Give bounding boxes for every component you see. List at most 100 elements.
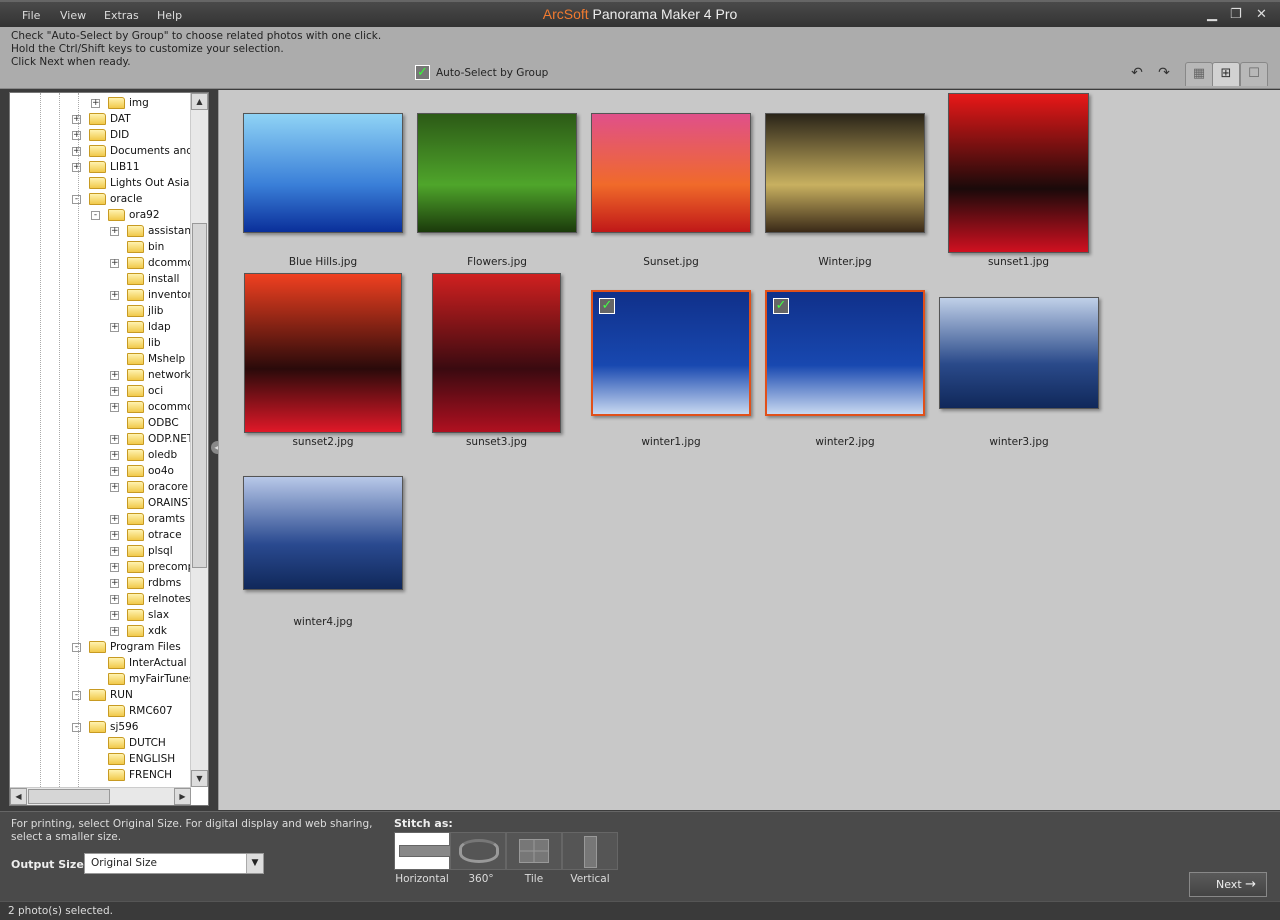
tree-node[interactable]: oci: [127, 383, 163, 399]
expand-icon[interactable]: +: [110, 563, 119, 572]
tree-node[interactable]: jlib: [127, 303, 163, 319]
photo-thumbnail[interactable]: [765, 113, 925, 233]
expand-icon[interactable]: +: [110, 531, 119, 540]
collapse-icon[interactable]: -: [91, 211, 100, 220]
output-size-select[interactable]: Original Size ▼: [84, 853, 264, 874]
tree-node[interactable]: oracore: [127, 479, 188, 495]
photo-thumbnail[interactable]: [948, 93, 1089, 253]
expand-icon[interactable]: +: [110, 579, 119, 588]
folder-tree[interactable]: img + DAT + DID + Documents and Setti + LIB11 + Li…: [9, 92, 209, 806]
tree-node[interactable]: InterActual: [108, 655, 187, 671]
close-icon[interactable]: ✕: [1256, 7, 1267, 22]
restore-icon[interactable]: ❐: [1230, 7, 1242, 22]
tree-node[interactable]: xdk: [127, 623, 167, 639]
expand-icon[interactable]: +: [110, 259, 119, 268]
tree-node[interactable]: ora92: [108, 207, 160, 223]
tree-node[interactable]: Program Files: [89, 639, 181, 655]
tree-node[interactable]: RUN: [89, 687, 133, 703]
expand-icon[interactable]: +: [110, 435, 119, 444]
tree-node[interactable]: install: [127, 271, 179, 287]
stitch-horizontal-button[interactable]: [394, 832, 451, 870]
rotate-right-icon[interactable]: ↷: [1153, 65, 1175, 83]
tree-node[interactable]: oo4o: [127, 463, 174, 479]
tree-node[interactable]: precomp: [127, 559, 191, 575]
tree-vertical-scrollbar[interactable]: ▲ ▼: [190, 93, 208, 787]
expand-icon[interactable]: +: [110, 515, 119, 524]
expand-icon[interactable]: +: [91, 99, 100, 108]
tree-node[interactable]: FRENCH: [108, 767, 172, 783]
expand-icon[interactable]: +: [110, 547, 119, 556]
expand-icon[interactable]: +: [72, 163, 81, 172]
expand-icon[interactable]: +: [110, 595, 119, 604]
expand-icon[interactable]: +: [110, 627, 119, 636]
tree-node[interactable]: oledb: [127, 447, 177, 463]
expand-icon[interactable]: +: [110, 403, 119, 412]
small-thumbnails-view-icon[interactable]: ▦: [1185, 62, 1213, 86]
tree-horizontal-scrollbar[interactable]: ◀ ▶: [10, 787, 191, 805]
tree-node[interactable]: DAT: [89, 111, 131, 127]
tree-node[interactable]: inventory: [127, 287, 191, 303]
stitch-tile-button[interactable]: [506, 832, 562, 870]
tree-node[interactable]: ocommon: [127, 399, 191, 415]
stitch-360-button[interactable]: [450, 832, 506, 870]
expand-icon[interactable]: +: [110, 371, 119, 380]
expand-icon[interactable]: +: [110, 467, 119, 476]
tree-node[interactable]: DID: [89, 127, 129, 143]
minimize-icon[interactable]: ▁: [1207, 7, 1217, 22]
tree-node[interactable]: otrace: [127, 527, 182, 543]
tree-node[interactable]: ODBC: [127, 415, 179, 431]
medium-thumbnails-view-icon[interactable]: ⊞: [1212, 62, 1240, 86]
photo-thumbnail[interactable]: [591, 113, 751, 233]
tree-node[interactable]: RMC607: [108, 703, 173, 719]
expand-icon[interactable]: +: [110, 483, 119, 492]
tree-node[interactable]: myFairTunes: [108, 671, 191, 687]
tree-node[interactable]: plsql: [127, 543, 173, 559]
tree-node[interactable]: ldap: [127, 319, 171, 335]
tree-node[interactable]: assistants: [127, 223, 191, 239]
scroll-up-icon[interactable]: ▲: [191, 93, 208, 110]
tree-node[interactable]: DUTCH: [108, 735, 166, 751]
tree-node[interactable]: Lights Out Asia: [89, 175, 189, 191]
scroll-right-icon[interactable]: ▶: [174, 788, 191, 805]
scroll-left-icon[interactable]: ◀: [10, 788, 27, 805]
expand-icon[interactable]: +: [110, 611, 119, 620]
photo-thumbnail[interactable]: [243, 476, 403, 590]
expand-icon[interactable]: +: [72, 115, 81, 124]
auto-select-checkbox[interactable]: ✓ Auto-Select by Group: [415, 65, 548, 80]
tree-node[interactable]: ENGLISH: [108, 751, 175, 767]
collapse-icon[interactable]: -: [72, 643, 81, 652]
tree-node[interactable]: oracle: [89, 191, 142, 207]
photo-thumbnail[interactable]: ✓: [765, 290, 925, 416]
collapse-icon[interactable]: -: [72, 723, 81, 732]
photo-thumbnail[interactable]: [939, 297, 1099, 409]
collapse-icon[interactable]: -: [72, 195, 81, 204]
expand-icon[interactable]: +: [72, 147, 81, 156]
tree-node[interactable]: Documents and Setti: [89, 143, 191, 159]
collapse-icon[interactable]: -: [72, 691, 81, 700]
photo-thumbnail[interactable]: [243, 113, 403, 233]
tree-node[interactable]: img: [108, 95, 149, 111]
tree-node[interactable]: dcommon: [127, 255, 191, 271]
expand-icon[interactable]: +: [110, 387, 119, 396]
photo-thumbnail[interactable]: ✓: [591, 290, 751, 416]
tree-node[interactable]: Mshelp: [127, 351, 185, 367]
tree-node[interactable]: slax: [127, 607, 169, 623]
hscroll-thumb[interactable]: [28, 789, 110, 804]
scroll-down-icon[interactable]: ▼: [191, 770, 208, 787]
photo-thumbnail[interactable]: [432, 273, 561, 433]
chevron-down-icon[interactable]: ▼: [246, 854, 263, 873]
photo-thumbnail[interactable]: [417, 113, 577, 233]
tree-node[interactable]: ORAINST: [127, 495, 191, 511]
expand-icon[interactable]: +: [110, 451, 119, 460]
checkmark-icon[interactable]: ✓: [415, 65, 430, 80]
tree-node[interactable]: ODP.NET: [127, 431, 191, 447]
expand-icon[interactable]: +: [72, 131, 81, 140]
tree-node[interactable]: network: [127, 367, 191, 383]
tree-node[interactable]: relnotes: [127, 591, 191, 607]
rotate-left-icon[interactable]: ↶: [1126, 65, 1148, 83]
tree-node[interactable]: sj596: [89, 719, 138, 735]
expand-icon[interactable]: +: [110, 227, 119, 236]
stitch-vertical-button[interactable]: [562, 832, 618, 870]
scroll-thumb[interactable]: [192, 223, 207, 568]
checkmark-icon[interactable]: ✓: [773, 298, 789, 314]
